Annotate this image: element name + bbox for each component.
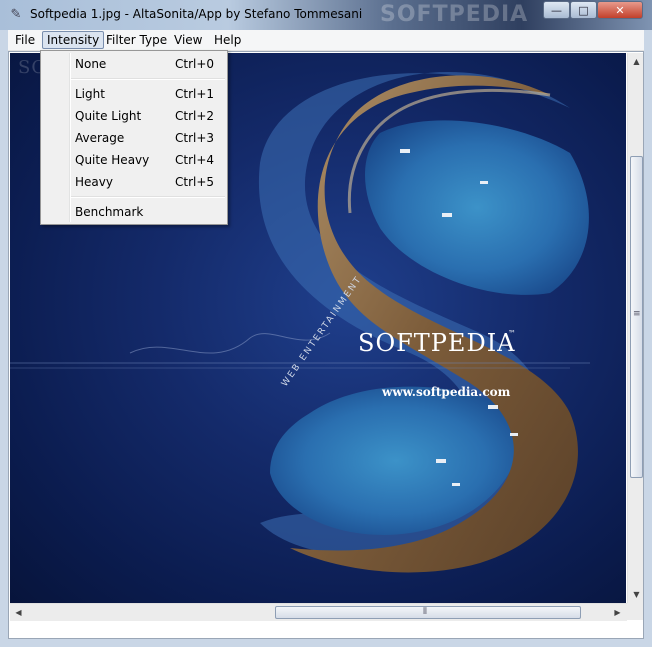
scroll-left-icon[interactable]: ◀ bbox=[10, 604, 27, 621]
menu-bar: File Intensity Filter Type View Help bbox=[8, 30, 644, 51]
scroll-up-icon[interactable]: ▲ bbox=[628, 53, 643, 70]
minimize-icon: — bbox=[551, 3, 562, 17]
menu-item-shortcut: Ctrl+0 bbox=[175, 57, 215, 71]
horizontal-scroll-thumb[interactable]: ⦀ bbox=[275, 606, 581, 619]
menu-item-heavy[interactable]: Heavy Ctrl+5 bbox=[43, 171, 225, 193]
menu-item-shortcut: Ctrl+5 bbox=[175, 175, 215, 189]
menu-item-label: Quite Light bbox=[75, 109, 142, 123]
grip-icon: ⦀ bbox=[423, 607, 427, 617]
app-window: ✎ Softpedia 1.jpg - AltaSonita/App by St… bbox=[0, 0, 652, 647]
scroll-right-icon[interactable]: ▶ bbox=[609, 604, 626, 621]
size-grip-icon[interactable] bbox=[627, 603, 643, 620]
title-bar[interactable]: ✎ Softpedia 1.jpg - AltaSonita/App by St… bbox=[0, 0, 652, 30]
minimize-button[interactable]: — bbox=[543, 1, 570, 19]
menu-item-shortcut: Ctrl+2 bbox=[175, 109, 215, 123]
scroll-down-icon[interactable]: ▼ bbox=[628, 586, 643, 603]
vertical-scrollbar[interactable]: ▲ ≡ ▼ bbox=[627, 53, 643, 603]
menu-item-label: Average bbox=[75, 131, 125, 145]
maximize-button[interactable]: □ bbox=[570, 1, 597, 19]
menu-separator bbox=[71, 196, 225, 198]
menu-item-label: Benchmark bbox=[75, 205, 144, 219]
brand-logo-text: SOFTPEDIA bbox=[358, 329, 516, 357]
menu-help[interactable]: Help bbox=[210, 32, 245, 48]
menu-file[interactable]: File bbox=[11, 32, 39, 48]
menu-item-shortcut: Ctrl+4 bbox=[175, 153, 215, 167]
horizontal-scrollbar[interactable]: ◀ ⦀ ▶ bbox=[10, 603, 627, 621]
menu-item-quite-heavy[interactable]: Quite Heavy Ctrl+4 bbox=[43, 149, 225, 171]
menu-item-benchmark[interactable]: Benchmark bbox=[43, 201, 225, 223]
brand-url: www.softpedia.com bbox=[382, 385, 511, 399]
menu-item-shortcut: Ctrl+3 bbox=[175, 131, 215, 145]
intensity-dropdown-menu: None Ctrl+0 Light Ctrl+1 Quite Light Ctr… bbox=[40, 50, 228, 225]
grip-icon: ≡ bbox=[633, 309, 641, 319]
menu-item-quite-light[interactable]: Quite Light Ctrl+2 bbox=[43, 105, 225, 127]
menu-filter-type[interactable]: Filter Type bbox=[102, 32, 171, 48]
close-button[interactable]: ✕ bbox=[597, 1, 643, 19]
menu-item-label: Light bbox=[75, 87, 105, 101]
menu-item-average[interactable]: Average Ctrl+3 bbox=[43, 127, 225, 149]
title-watermark: SOFTPEDIA bbox=[380, 2, 529, 27]
menu-item-label: Heavy bbox=[75, 175, 113, 189]
window-title: Softpedia 1.jpg - AltaSonita/App by Stef… bbox=[30, 7, 363, 21]
menu-item-label: None bbox=[75, 57, 107, 71]
trademark-symbol: ™ bbox=[508, 329, 516, 338]
menu-view[interactable]: View bbox=[170, 32, 206, 48]
menu-intensity[interactable]: Intensity bbox=[42, 31, 105, 49]
close-icon: ✕ bbox=[615, 3, 625, 17]
brush-icon: ✎ bbox=[10, 7, 22, 22]
menu-item-none[interactable]: None Ctrl+0 bbox=[43, 53, 225, 75]
menu-item-label: Quite Heavy bbox=[75, 153, 150, 167]
vertical-scroll-thumb[interactable]: ≡ bbox=[630, 156, 643, 478]
menu-item-light[interactable]: Light Ctrl+1 bbox=[43, 83, 225, 105]
menu-item-shortcut: Ctrl+1 bbox=[175, 87, 215, 101]
maximize-icon: □ bbox=[578, 3, 589, 17]
menu-separator bbox=[71, 78, 225, 80]
